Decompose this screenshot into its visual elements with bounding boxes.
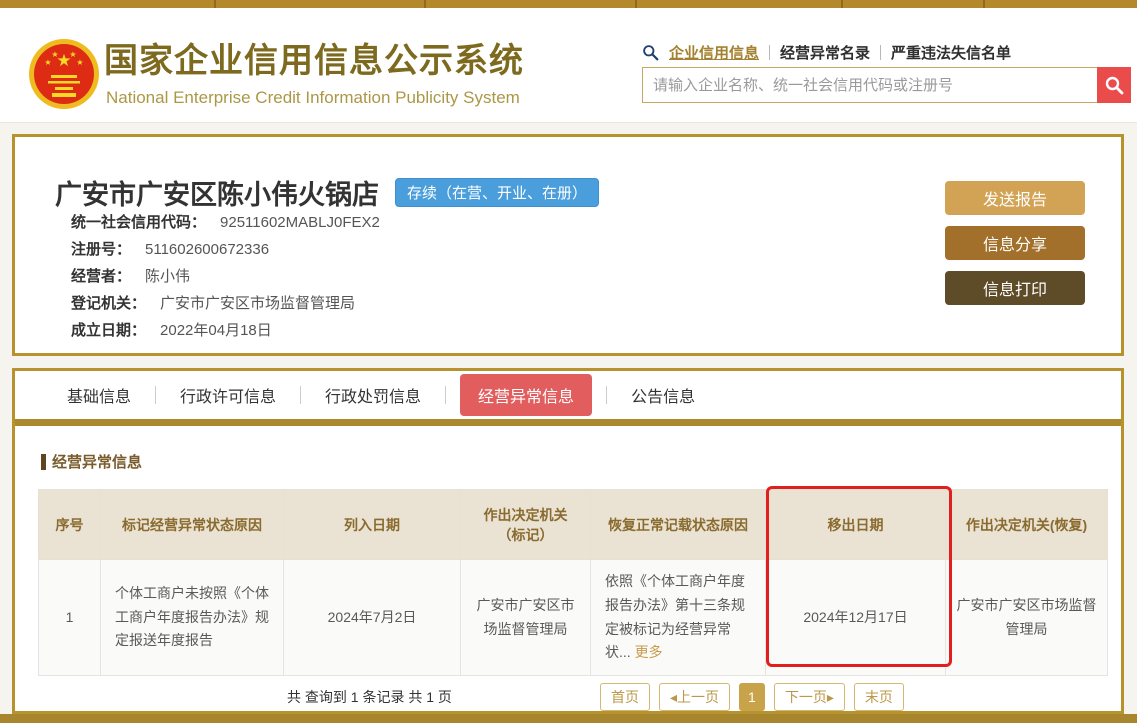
cell-restore-authority: 广安市广安区市场监督管理局 [946,560,1108,676]
cell-mark-authority: 广安市广安区市场监督管理局 [461,560,591,676]
field-operator: 经营者： 陈小伟 [71,263,380,290]
cell-restore-reason: 依照《个体工商户年度报告办法》第十三条规定被标记为经营异常状... 更多 [591,560,766,676]
field-label: 登记机关： [71,295,146,312]
cell-seq: 1 [39,560,101,676]
svg-text:★: ★ [51,50,58,59]
field-value: 92511602MABLJ0FEX2 [220,214,380,231]
search-button[interactable] [1097,67,1131,103]
send-report-button[interactable]: 发送报告 [945,181,1085,215]
header-remove-date: 移出日期 [766,490,946,560]
tab-divider [155,386,156,404]
tab-administrative-penalty[interactable]: 行政处罚信息 [315,383,431,407]
svg-text:★: ★ [44,58,51,67]
restore-reason-text: 依照《个体工商户年度报告办法》第十三条规定被标记为经营异常状... [605,573,745,660]
action-buttons: 发送报告 信息分享 信息打印 [945,181,1085,305]
site-title: 国家企业信用信息公示系统 [104,44,524,78]
field-value: 2022年04月18日 [160,322,272,339]
next-page-button[interactable]: 下一页▸ [774,683,845,711]
top-bar-divider [841,0,843,8]
cell-remove-date: 2024年12月17日 [766,560,946,676]
print-info-button[interactable]: 信息打印 [945,271,1085,305]
tab-divider [606,386,607,404]
page: ★ ★ ★ ★ ★ 国家企业信用信息公示系统 National Enterpri… [0,0,1137,723]
header-restore-authority: 作出决定机关(恢复) [946,490,1108,560]
search-icon-white [1104,75,1124,95]
content-area: 广安市广安区陈小伟火锅店 存续（在营、开业、在册） 统一社会信用代码： 92511… [0,122,1137,714]
company-name: 广安市广安区陈小伟火锅店 [55,173,379,212]
tab-administrative-license[interactable]: 行政许可信息 [170,383,286,407]
tab-abnormal-operations[interactable]: 经营异常信息 [460,374,592,416]
tab-divider [445,386,446,404]
top-bar-divider [983,0,985,8]
bottom-gold-bar [0,714,1137,723]
detail-card: 基础信息 行政许可信息 行政处罚信息 经营异常信息 公告信息 经营异常信息 [12,368,1124,714]
prev-page-button[interactable]: ◂上一页 [659,683,730,711]
cell-list-date: 2024年7月2日 [284,560,461,676]
company-fields: 统一社会信用代码： 92511602MABLJ0FEX2 注册号： 51160260… [71,209,380,344]
share-info-button[interactable]: 信息分享 [945,226,1085,260]
table-header-row: 序号 标记经营异常状态原因 列入日期 作出决定机关（标记） 恢复正常记载状态原因… [39,490,1108,560]
tab-announcements[interactable]: 公告信息 [621,383,705,407]
top-bar-divider [424,0,426,8]
more-link[interactable]: 更多 [635,644,663,660]
pagination-buttons: 首页 ◂上一页 1 下一页▸ 末页 [600,683,904,711]
cell-mark-reason: 个体工商户未按照《个体工商户年度报告办法》规定报送年度报告 [101,560,284,676]
status-badge: 存续（在营、开业、在册） [395,178,599,207]
top-bar-divider [214,0,216,8]
search-input[interactable] [642,67,1131,103]
nav-link-abnormal-operations-list[interactable]: 经营异常名录 [780,42,870,63]
top-bar-divider [635,0,637,8]
nav-divider [769,45,770,60]
record-count-summary: 共 查询到 1 条记录 共 1 页 [287,683,452,711]
field-establishment-date: 成立日期： 2022年04月18日 [71,317,380,344]
tab-divider [300,386,301,404]
field-label: 经营者： [71,268,131,285]
abnormal-operations-table: 序号 标记经营异常状态原因 列入日期 作出决定机关（标记） 恢复正常记载状态原因… [38,489,1108,676]
pagination: 共 查询到 1 条记录 共 1 页 首页 ◂上一页 1 下一页▸ 末页 [15,683,1121,713]
tab-basic-info[interactable]: 基础信息 [57,383,141,407]
header-mark-authority: 作出决定机关（标记） [461,490,591,560]
field-registration-authority: 登记机关： 广安市广安区市场监督管理局 [71,290,380,317]
current-page-button[interactable]: 1 [739,683,765,711]
header-list-date: 列入日期 [284,490,461,560]
field-registration-number: 注册号： 511602600672336 [71,236,380,263]
company-summary-card: 广安市广安区陈小伟火锅店 存续（在营、开业、在册） 统一社会信用代码： 92511… [12,134,1124,356]
last-page-button[interactable]: 末页 [854,683,904,711]
nav-link-enterprise-credit-info[interactable]: 企业信用信息 [669,42,759,63]
header-nav: 企业信用信息 经营异常名录 严重违法失信名单 [642,41,1011,63]
section-title: 经营异常信息 [41,451,142,472]
field-value: 广安市广安区市场监督管理局 [160,295,355,312]
top-gold-bar [0,0,1137,8]
search-bar [642,67,1131,103]
national-emblem-logo: ★ ★ ★ ★ ★ [28,38,100,110]
company-title-line: 广安市广安区陈小伟火锅店 存续（在营、开业、在册） [55,173,599,212]
site-header: ★ ★ ★ ★ ★ 国家企业信用信息公示系统 National Enterpri… [0,8,1137,122]
nav-divider [880,45,881,60]
section-title-text: 经营异常信息 [52,451,142,472]
field-value: 陈小伟 [145,268,190,285]
field-label: 成立日期： [71,322,146,339]
tab-underline-gold-bar [15,419,1121,426]
field-credit-code: 统一社会信用代码： 92511602MABLJ0FEX2 [71,209,380,236]
header-seq: 序号 [39,490,101,560]
svg-text:★: ★ [76,58,83,67]
nav-link-serious-violation-list[interactable]: 严重违法失信名单 [891,42,1011,63]
header-mark-reason: 标记经营异常状态原因 [101,490,284,560]
tab-bar: 基础信息 行政许可信息 行政处罚信息 经营异常信息 公告信息 [15,371,1121,419]
section-title-marker [41,454,46,470]
table-row: 1 个体工商户未按照《个体工商户年度报告办法》规定报送年度报告 2024年7月2… [39,560,1108,676]
header-restore-reason: 恢复正常记载状态原因 [591,490,766,560]
search-icon [642,44,659,61]
field-label: 统一社会信用代码： [71,214,206,231]
field-value: 511602600672336 [145,241,269,258]
site-subtitle: National Enterprise Credit Information P… [106,88,520,108]
first-page-button[interactable]: 首页 [600,683,650,711]
field-label: 注册号： [71,241,131,258]
